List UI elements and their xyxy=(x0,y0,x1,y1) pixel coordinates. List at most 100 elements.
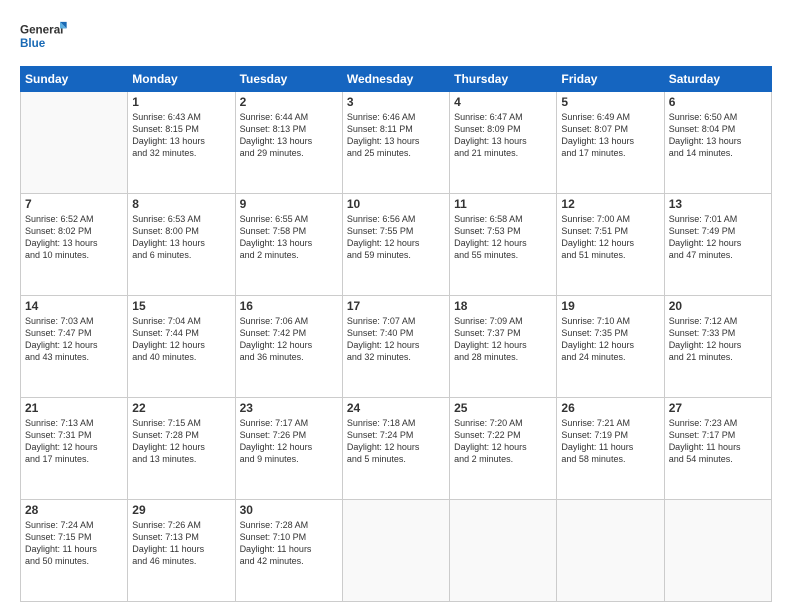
day-number: 21 xyxy=(25,401,123,415)
calendar-cell: 11 Sunrise: 6:58 AM Sunset: 7:53 PM Dayli… xyxy=(450,194,557,296)
calendar-cell xyxy=(21,92,128,194)
day-number: 24 xyxy=(347,401,445,415)
calendar-cell: 13 Sunrise: 7:01 AM Sunset: 7:49 PM Dayli… xyxy=(664,194,771,296)
calendar-cell: 26 Sunrise: 7:21 AM Sunset: 7:19 PM Dayli… xyxy=(557,398,664,500)
calendar-cell: 8Sunrise: 6:53 AM Sunset: 8:00 PM Daylig… xyxy=(128,194,235,296)
day-header-sunday: Sunday xyxy=(21,67,128,92)
calendar-cell: 21 Sunrise: 7:13 AM Sunset: 7:31 PM Dayli… xyxy=(21,398,128,500)
day-number: 12 xyxy=(561,197,659,211)
day-info: Sunrise: 7:21 AM Sunset: 7:19 PM Dayligh… xyxy=(561,417,659,466)
svg-text:General: General xyxy=(20,24,63,37)
calendar-table: SundayMondayTuesdayWednesdayThursdayFrid… xyxy=(20,66,772,602)
day-number: 26 xyxy=(561,401,659,415)
header: General Blue xyxy=(20,16,772,56)
logo: General Blue xyxy=(20,16,70,56)
day-number: 4 xyxy=(454,95,552,109)
week-row-5: 28 Sunrise: 7:24 AM Sunset: 7:15 PM Dayli… xyxy=(21,500,772,602)
calendar-cell: 9 Sunrise: 6:55 AM Sunset: 7:58 PM Daylig… xyxy=(235,194,342,296)
day-info: Sunrise: 7:24 AM Sunset: 7:15 PM Dayligh… xyxy=(25,519,123,568)
day-header-thursday: Thursday xyxy=(450,67,557,92)
day-info: Sunrise: 7:13 AM Sunset: 7:31 PM Dayligh… xyxy=(25,417,123,466)
day-info: Sunrise: 7:18 AM Sunset: 7:24 PM Dayligh… xyxy=(347,417,445,466)
day-header-tuesday: Tuesday xyxy=(235,67,342,92)
day-number: 15 xyxy=(132,299,230,313)
calendar-cell: 28 Sunrise: 7:24 AM Sunset: 7:15 PM Dayli… xyxy=(21,500,128,602)
day-number: 28 xyxy=(25,503,123,517)
day-info: Sunrise: 7:07 AM Sunset: 7:40 PM Dayligh… xyxy=(347,315,445,364)
calendar-cell: 27 Sunrise: 7:23 AM Sunset: 7:17 PM Dayli… xyxy=(664,398,771,500)
day-number: 9 xyxy=(240,197,338,211)
week-row-4: 21 Sunrise: 7:13 AM Sunset: 7:31 PM Dayli… xyxy=(21,398,772,500)
day-number: 10 xyxy=(347,197,445,211)
day-number: 16 xyxy=(240,299,338,313)
week-row-2: 7 Sunrise: 6:52 AM Sunset: 8:02 PM Daylig… xyxy=(21,194,772,296)
day-info: Sunrise: 7:12 AM Sunset: 7:33 PM Dayligh… xyxy=(669,315,767,364)
calendar-cell xyxy=(557,500,664,602)
calendar-cell: 12 Sunrise: 7:00 AM Sunset: 7:51 PM Dayli… xyxy=(557,194,664,296)
logo-svg: General Blue xyxy=(20,16,70,56)
day-number: 6 xyxy=(669,95,767,109)
week-row-3: 14Sunrise: 7:03 AM Sunset: 7:47 PM Dayli… xyxy=(21,296,772,398)
day-info: Sunrise: 7:28 AM Sunset: 7:10 PM Dayligh… xyxy=(240,519,338,568)
day-header-friday: Friday xyxy=(557,67,664,92)
day-header-monday: Monday xyxy=(128,67,235,92)
calendar-cell: 5 Sunrise: 6:49 AM Sunset: 8:07 PM Daylig… xyxy=(557,92,664,194)
day-number: 5 xyxy=(561,95,659,109)
calendar-cell: 14Sunrise: 7:03 AM Sunset: 7:47 PM Dayli… xyxy=(21,296,128,398)
day-info: Sunrise: 7:00 AM Sunset: 7:51 PM Dayligh… xyxy=(561,213,659,262)
day-info: Sunrise: 6:56 AM Sunset: 7:55 PM Dayligh… xyxy=(347,213,445,262)
calendar-cell: 10 Sunrise: 6:56 AM Sunset: 7:55 PM Dayli… xyxy=(342,194,449,296)
calendar-cell: 24 Sunrise: 7:18 AM Sunset: 7:24 PM Dayli… xyxy=(342,398,449,500)
day-info: Sunrise: 6:49 AM Sunset: 8:07 PM Dayligh… xyxy=(561,111,659,160)
calendar-cell: 15 Sunrise: 7:04 AM Sunset: 7:44 PM Dayli… xyxy=(128,296,235,398)
day-info: Sunrise: 7:10 AM Sunset: 7:35 PM Dayligh… xyxy=(561,315,659,364)
day-info: Sunrise: 6:46 AM Sunset: 8:11 PM Dayligh… xyxy=(347,111,445,160)
day-info: Sunrise: 7:04 AM Sunset: 7:44 PM Dayligh… xyxy=(132,315,230,364)
day-number: 14 xyxy=(25,299,123,313)
calendar-cell: 16Sunrise: 7:06 AM Sunset: 7:42 PM Dayli… xyxy=(235,296,342,398)
day-number: 8 xyxy=(132,197,230,211)
day-info: Sunrise: 7:09 AM Sunset: 7:37 PM Dayligh… xyxy=(454,315,552,364)
day-number: 11 xyxy=(454,197,552,211)
calendar-cell xyxy=(450,500,557,602)
calendar-cell: 2 Sunrise: 6:44 AM Sunset: 8:13 PM Daylig… xyxy=(235,92,342,194)
page-container: General Blue SundayMondayTuesdayWednesda… xyxy=(0,0,792,612)
day-number: 7 xyxy=(25,197,123,211)
calendar-cell xyxy=(342,500,449,602)
day-info: Sunrise: 7:20 AM Sunset: 7:22 PM Dayligh… xyxy=(454,417,552,466)
day-info: Sunrise: 7:17 AM Sunset: 7:26 PM Dayligh… xyxy=(240,417,338,466)
day-number: 25 xyxy=(454,401,552,415)
day-info: Sunrise: 6:52 AM Sunset: 8:02 PM Dayligh… xyxy=(25,213,123,262)
calendar-cell: 22Sunrise: 7:15 AM Sunset: 7:28 PM Dayli… xyxy=(128,398,235,500)
calendar-cell: 23Sunrise: 7:17 AM Sunset: 7:26 PM Dayli… xyxy=(235,398,342,500)
calendar-cell: 30 Sunrise: 7:28 AM Sunset: 7:10 PM Dayli… xyxy=(235,500,342,602)
day-number: 29 xyxy=(132,503,230,517)
calendar-cell: 4 Sunrise: 6:47 AM Sunset: 8:09 PM Daylig… xyxy=(450,92,557,194)
day-info: Sunrise: 7:15 AM Sunset: 7:28 PM Dayligh… xyxy=(132,417,230,466)
day-info: Sunrise: 6:44 AM Sunset: 8:13 PM Dayligh… xyxy=(240,111,338,160)
calendar-cell: 17 Sunrise: 7:07 AM Sunset: 7:40 PM Dayli… xyxy=(342,296,449,398)
calendar-cell: 1 Sunrise: 6:43 AM Sunset: 8:15 PM Daylig… xyxy=(128,92,235,194)
day-info: Sunrise: 7:23 AM Sunset: 7:17 PM Dayligh… xyxy=(669,417,767,466)
day-info: Sunrise: 7:01 AM Sunset: 7:49 PM Dayligh… xyxy=(669,213,767,262)
day-number: 27 xyxy=(669,401,767,415)
day-info: Sunrise: 6:47 AM Sunset: 8:09 PM Dayligh… xyxy=(454,111,552,160)
calendar-cell: 18Sunrise: 7:09 AM Sunset: 7:37 PM Dayli… xyxy=(450,296,557,398)
day-number: 3 xyxy=(347,95,445,109)
day-number: 1 xyxy=(132,95,230,109)
day-number: 20 xyxy=(669,299,767,313)
calendar-cell: 3 Sunrise: 6:46 AM Sunset: 8:11 PM Daylig… xyxy=(342,92,449,194)
day-info: Sunrise: 6:43 AM Sunset: 8:15 PM Dayligh… xyxy=(132,111,230,160)
week-row-1: 1 Sunrise: 6:43 AM Sunset: 8:15 PM Daylig… xyxy=(21,92,772,194)
day-number: 19 xyxy=(561,299,659,313)
day-number: 2 xyxy=(240,95,338,109)
day-header-saturday: Saturday xyxy=(664,67,771,92)
day-info: Sunrise: 6:58 AM Sunset: 7:53 PM Dayligh… xyxy=(454,213,552,262)
day-info: Sunrise: 7:26 AM Sunset: 7:13 PM Dayligh… xyxy=(132,519,230,568)
day-number: 30 xyxy=(240,503,338,517)
calendar-cell: 20 Sunrise: 7:12 AM Sunset: 7:33 PM Dayli… xyxy=(664,296,771,398)
day-number: 13 xyxy=(669,197,767,211)
day-number: 17 xyxy=(347,299,445,313)
calendar-cell xyxy=(664,500,771,602)
day-info: Sunrise: 6:55 AM Sunset: 7:58 PM Dayligh… xyxy=(240,213,338,262)
